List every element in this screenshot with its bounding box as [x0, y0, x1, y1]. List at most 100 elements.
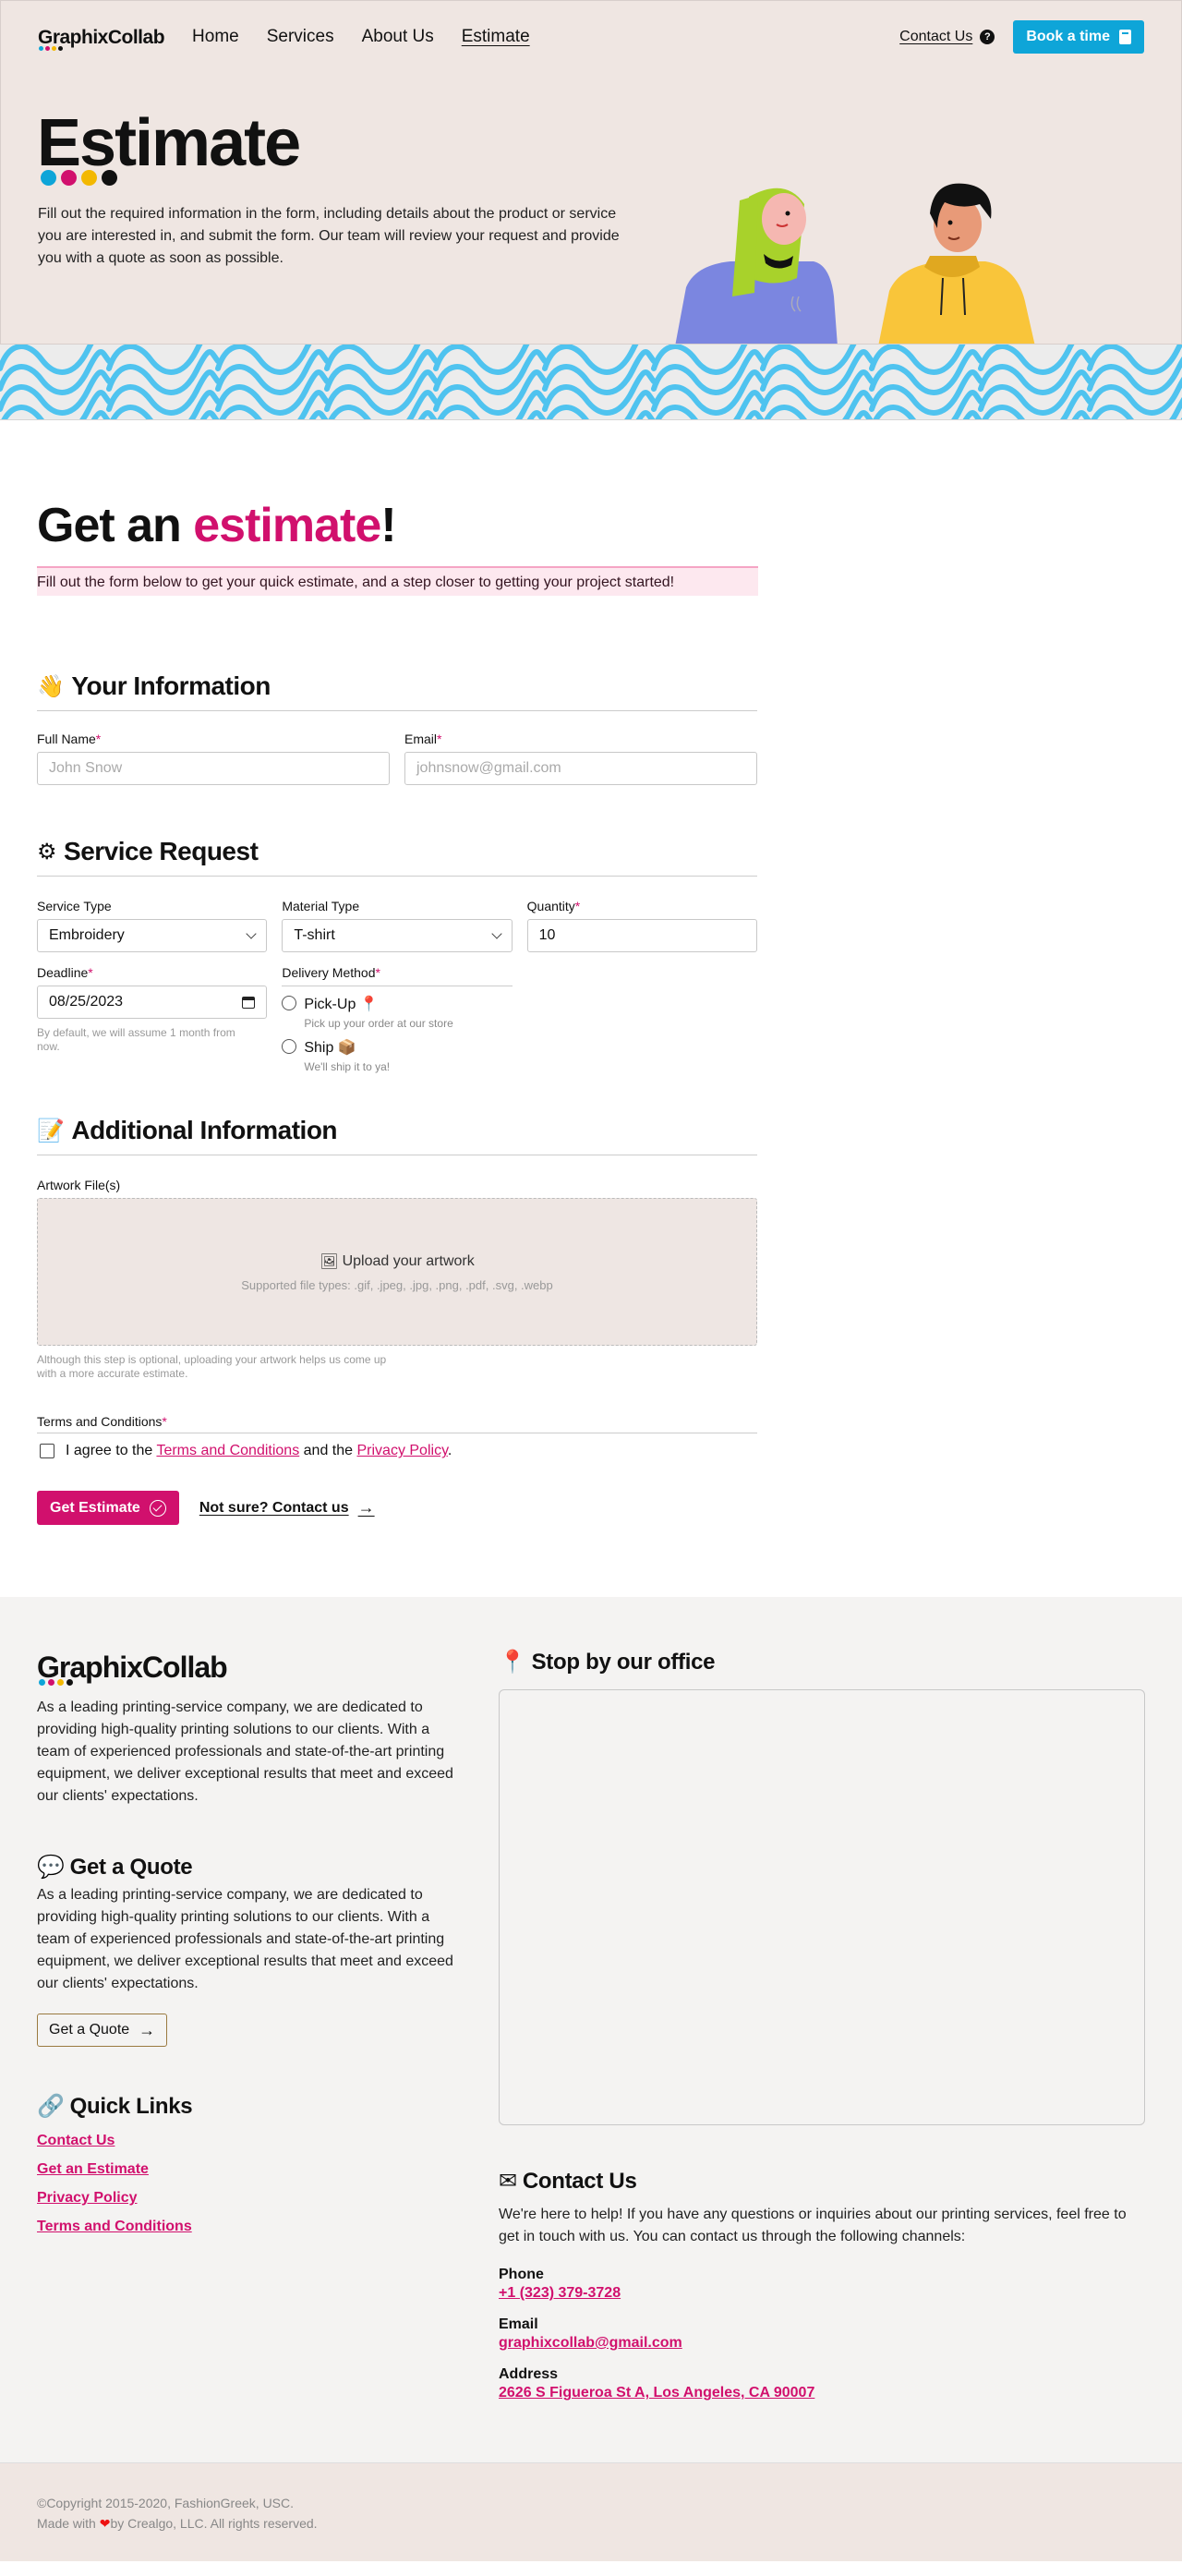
- footer-right-column: 📍 Stop by our office ✉ Contact Us We're …: [499, 1649, 1145, 2401]
- form-actions: Get Estimate Not sure? Contact us →: [37, 1491, 757, 1526]
- footer-left-column: GraphixCollab As a leading printing-serv…: [37, 1652, 462, 2401]
- get-a-quote-button[interactable]: Get a Quote →: [37, 2014, 168, 2048]
- terms-agreement: I agree to the Terms and Conditions and …: [37, 1443, 757, 1459]
- service-type-value: Embroidery: [49, 927, 125, 944]
- artwork-upload-dropzone[interactable]: 🖼 Upload your artwork Supported file type…: [37, 1198, 757, 1347]
- page-title: Estimate: [37, 106, 301, 180]
- delivery-method-label: Delivery Method*: [282, 965, 513, 987]
- quick-links-title: Quick Links: [69, 2093, 193, 2119]
- form-title-highlight: estimate: [193, 499, 381, 552]
- service-type-label: Service Type: [37, 899, 112, 914]
- service-request-section: ⚙ Service Request Service Type Embroider…: [37, 837, 757, 1073]
- book-a-time-label: Book a time: [1026, 29, 1110, 44]
- logo-text: GraphixCollab: [38, 26, 165, 48]
- logo-dots: [39, 45, 63, 51]
- site-logo[interactable]: GraphixCollab: [38, 26, 165, 51]
- deadline-label: Deadline*: [37, 965, 93, 981]
- hero-description: Fill out the required information in the…: [38, 206, 620, 266]
- your-information-title: Your Information: [71, 671, 271, 701]
- form-title-post: !: [380, 499, 396, 552]
- pickup-label: Pick-Up: [304, 997, 356, 1013]
- wave-pattern: [0, 345, 1182, 419]
- get-a-quote-heading: 💬 Get a Quote: [37, 1854, 462, 1881]
- memo-icon: 📝: [37, 1118, 65, 1144]
- quick-link-contact-us[interactable]: Contact Us: [37, 2133, 462, 2149]
- quick-link-get-an-estimate[interactable]: Get an Estimate: [37, 2161, 462, 2178]
- additional-information-heading: 📝 Additional Information: [37, 1116, 757, 1156]
- service-request-title: Service Request: [64, 837, 259, 866]
- pin-icon: 📍: [499, 1650, 526, 1675]
- copyright-line: ©Copyright 2015-2020, FashionGreek, USC.: [37, 2496, 295, 2511]
- terms-link[interactable]: Terms and Conditions: [156, 1443, 299, 1458]
- deadline-hint: By default, we will assume 1 month from …: [37, 1026, 235, 1054]
- ship-description: We'll ship it to ya!: [304, 1060, 391, 1074]
- speech-bubble-icon: 💬: [37, 1855, 65, 1881]
- nav-contact-label: Contact Us: [899, 29, 973, 44]
- form-title-pre: Get an: [37, 499, 194, 552]
- ship-option[interactable]: Ship 📦 We'll ship it to ya!: [282, 1038, 512, 1073]
- service-type-select[interactable]: Embroidery: [37, 919, 268, 953]
- quantity-input[interactable]: 10: [526, 919, 757, 953]
- nav-estimate[interactable]: Estimate: [462, 27, 530, 47]
- footer-logo[interactable]: GraphixCollab: [37, 1652, 462, 1687]
- contact-us-text: We're here to help! If you have any ques…: [499, 2207, 1127, 2245]
- quick-link-privacy-policy[interactable]: Privacy Policy: [37, 2190, 462, 2207]
- privacy-link[interactable]: Privacy Policy: [356, 1443, 447, 1458]
- nav-home[interactable]: Home: [192, 27, 239, 47]
- phone-link[interactable]: +1 (323) 379-3728: [499, 2285, 1145, 2302]
- contact-us-title: Contact Us: [522, 2168, 637, 2194]
- get-a-quote-title: Get a Quote: [69, 1854, 193, 1880]
- email-link[interactable]: graphixcollab@gmail.com: [499, 2335, 1145, 2352]
- title-dots: [41, 170, 117, 186]
- nav-about-us[interactable]: About Us: [362, 27, 434, 47]
- material-type-label: Material Type: [282, 899, 360, 914]
- top-nav: GraphixCollab Home Services About Us Est…: [38, 19, 1144, 54]
- terms-checkbox[interactable]: [40, 1444, 54, 1459]
- calendar-icon[interactable]: [242, 996, 256, 1009]
- address-link[interactable]: 2626 S Figueroa St A, Los Angeles, CA 90…: [499, 2385, 1145, 2401]
- footer: GraphixCollab As a leading printing-serv…: [0, 1597, 1182, 2463]
- quick-links-heading: 🔗 Quick Links: [37, 2093, 462, 2120]
- pickup-radio[interactable]: [282, 996, 297, 1011]
- nav-contact-link[interactable]: Contact Us ?: [899, 29, 995, 45]
- terms-text: I agree to the Terms and Conditions and …: [66, 1443, 452, 1459]
- quick-link-terms[interactable]: Terms and Conditions: [37, 2219, 462, 2235]
- upload-file-types: Supported file types: .gif, .jpeg, .jpg,…: [241, 1277, 553, 1292]
- full-name-input[interactable]: John Snow: [37, 752, 390, 786]
- full-name-label: Full Name*: [37, 732, 102, 747]
- wave-pattern-band: [0, 345, 1182, 420]
- arrow-right-icon: →: [357, 1498, 375, 1518]
- additional-information-title: Additional Information: [71, 1116, 338, 1145]
- not-sure-contact-link[interactable]: Not sure? Contact us →: [199, 1498, 375, 1518]
- office-map[interactable]: [499, 1689, 1145, 2126]
- deadline-date-input[interactable]: 08/25/2023: [37, 986, 268, 1020]
- book-a-time-button[interactable]: Book a time: [1013, 20, 1144, 54]
- email-input[interactable]: johnsnow@gmail.com: [404, 752, 757, 786]
- pickup-option[interactable]: Pick-Up 📍 Pick up your order at our stor…: [282, 995, 512, 1030]
- full-name-placeholder: John Snow: [49, 760, 123, 777]
- service-request-heading: ⚙ Service Request: [37, 837, 757, 877]
- quick-links-list: Contact Us Get an Estimate Privacy Polic…: [37, 2133, 462, 2235]
- pin-icon: 📍: [359, 997, 379, 1013]
- envelope-icon: ✉: [499, 2169, 517, 2195]
- nav-services[interactable]: Services: [267, 27, 334, 47]
- material-type-value: T-shirt: [294, 927, 335, 944]
- get-a-quote-button-label: Get a Quote: [49, 2022, 130, 2038]
- nav-links: Home Services About Us Estimate: [192, 27, 530, 47]
- chevron-down-icon: [246, 928, 257, 939]
- quantity-label: Quantity*: [526, 899, 581, 914]
- waving-hand-icon: 👋: [37, 673, 65, 700]
- deadline-value: 08/25/2023: [49, 994, 124, 1010]
- ship-label: Ship: [304, 1040, 334, 1057]
- heart-icon: ❤: [99, 2516, 111, 2532]
- office-title: Stop by our office: [531, 1649, 716, 1675]
- ship-radio[interactable]: [282, 1039, 297, 1055]
- material-type-select[interactable]: T-shirt: [282, 919, 513, 953]
- email-contact-label: Email: [499, 2316, 538, 2333]
- hero-section: GraphixCollab Home Services About Us Est…: [0, 0, 1182, 345]
- get-a-quote-text: As a leading printing-service company, w…: [37, 1887, 453, 1992]
- get-estimate-button[interactable]: Get Estimate: [37, 1491, 179, 1526]
- email-label: Email*: [404, 732, 442, 747]
- get-estimate-label: Get Estimate: [50, 1499, 140, 1516]
- your-information-heading: 👋 Your Information: [37, 671, 757, 712]
